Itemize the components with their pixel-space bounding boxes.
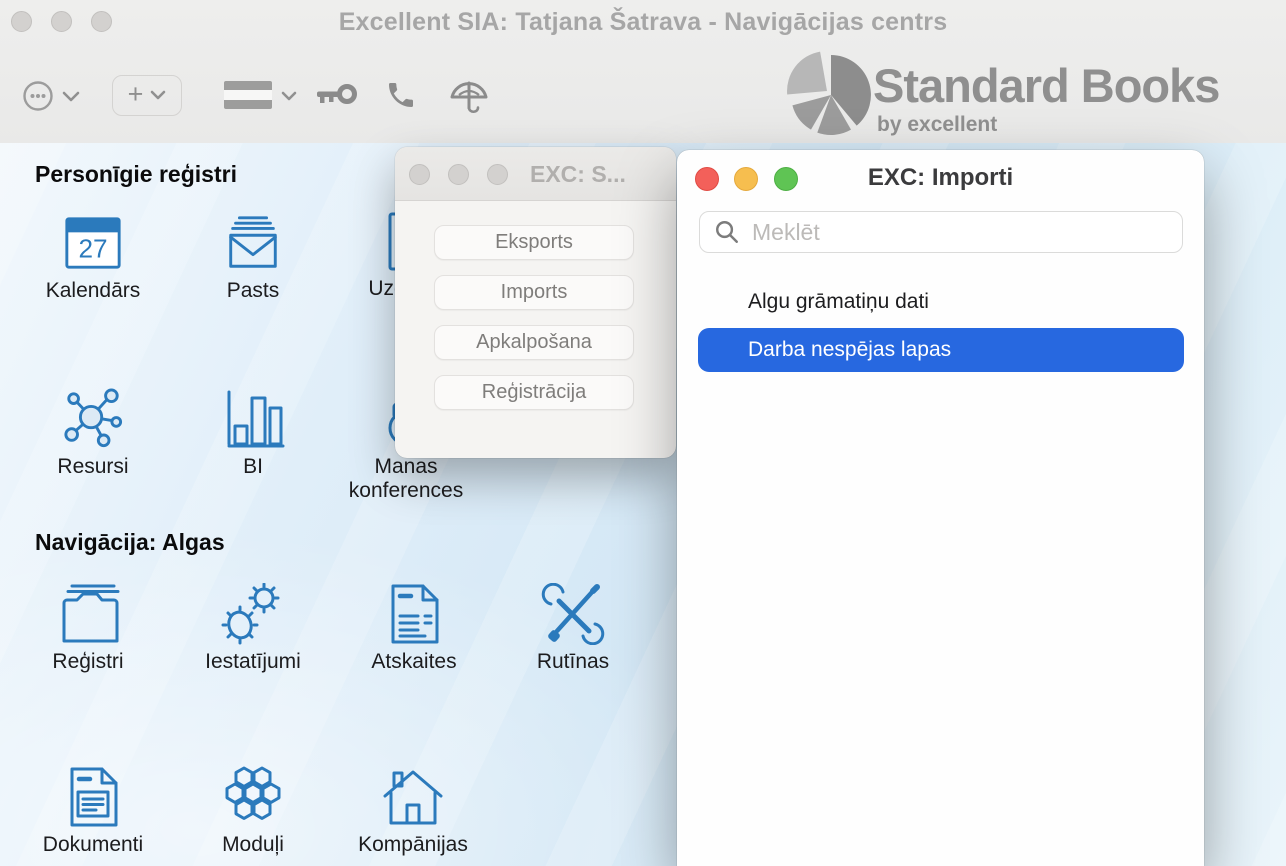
chevron-down-icon[interactable]	[281, 91, 297, 102]
list-item-darba-nespejas-lapas-selected[interactable]: Darba nespējas lapas	[698, 328, 1184, 372]
standard-books-logo-icon	[786, 50, 876, 140]
mail-icon	[222, 212, 284, 274]
imports-window-titlebar[interactable]: EXC: Importi	[677, 150, 1204, 206]
minimize-button[interactable]	[448, 164, 469, 185]
document-icon	[64, 766, 122, 828]
settings-window-titlebar[interactable]: EXC: S...	[395, 147, 676, 201]
settings-window-title: EXC: S...	[530, 161, 626, 188]
logo-title: Standard Books	[873, 58, 1219, 113]
nav-item-iestatijumi[interactable]: Iestatījumi	[178, 581, 328, 674]
settings-icon	[221, 583, 285, 645]
nav-item-kompanijas[interactable]: Kompānijas	[338, 764, 488, 857]
bar-chart-icon	[221, 388, 285, 450]
ellipsis-circle-icon	[22, 79, 84, 113]
nav-item-dokumenti[interactable]: Dokumenti	[18, 764, 168, 857]
main-window-toolbar: Excellent SIA: Tatjana Šatrava - Navigāc…	[0, 0, 1286, 146]
tools-icon	[541, 583, 605, 645]
chevron-down-icon	[150, 90, 166, 101]
add-icon: +	[128, 81, 144, 108]
report-icon	[385, 583, 443, 645]
flag-icon[interactable]	[224, 81, 272, 109]
zoom-button[interactable]	[487, 164, 508, 185]
umbrella-icon[interactable]	[448, 78, 490, 116]
chevron-down-icon	[64, 93, 78, 100]
section-title-navigacija-algas: Navigācija: Algas	[35, 529, 225, 556]
window-title: Excellent SIA: Tatjana Šatrava - Navigāc…	[0, 8, 1286, 37]
add-record-button[interactable]: +	[112, 75, 182, 116]
more-actions-button[interactable]	[22, 79, 84, 118]
phone-icon[interactable]	[385, 79, 417, 111]
eksports-button[interactable]: Eksports	[434, 225, 634, 260]
registracija-button[interactable]: Reģistrācija	[434, 375, 634, 410]
nav-item-atskaites[interactable]: Atskaites	[339, 581, 489, 674]
section-title-personal-registers: Personīgie reģistri	[35, 161, 237, 188]
modules-icon	[221, 766, 285, 828]
imports-button[interactable]: Imports	[434, 275, 634, 310]
search-placeholder: Meklēt	[752, 219, 820, 246]
key-icon[interactable]	[312, 80, 358, 110]
nav-item-kalendars[interactable]: 27 Kalendārs	[18, 210, 168, 303]
search-icon	[714, 219, 740, 245]
imports-window-title: EXC: Importi	[677, 164, 1204, 192]
calendar-icon: 27	[62, 212, 124, 274]
resources-icon	[62, 388, 124, 450]
imports-window: EXC: Importi Meklēt Algu grāmatiņu dati …	[677, 150, 1204, 866]
list-item-algu-gramatinu-dati[interactable]: Algu grāmatiņu dati	[748, 290, 929, 314]
search-input[interactable]: Meklēt	[699, 211, 1183, 253]
nav-item-rutinas[interactable]: Rutīnas	[498, 581, 648, 674]
nav-item-resursi[interactable]: Resursi	[18, 386, 168, 479]
folder-icon	[52, 583, 124, 645]
nav-item-moduli[interactable]: Moduļi	[178, 764, 328, 857]
home-icon	[381, 766, 445, 828]
close-button[interactable]	[409, 164, 430, 185]
svg-text:27: 27	[78, 234, 107, 264]
nav-item-bi[interactable]: BI	[178, 386, 328, 479]
apkalposana-button[interactable]: Apkalpošana	[434, 325, 634, 360]
settings-window: EXC: S... Eksports Imports Apkalpošana R…	[395, 147, 676, 458]
nav-item-pasts[interactable]: Pasts	[178, 210, 328, 303]
nav-item-registri[interactable]: Reģistri	[13, 581, 163, 674]
logo-subtitle: by excellent	[877, 113, 997, 137]
